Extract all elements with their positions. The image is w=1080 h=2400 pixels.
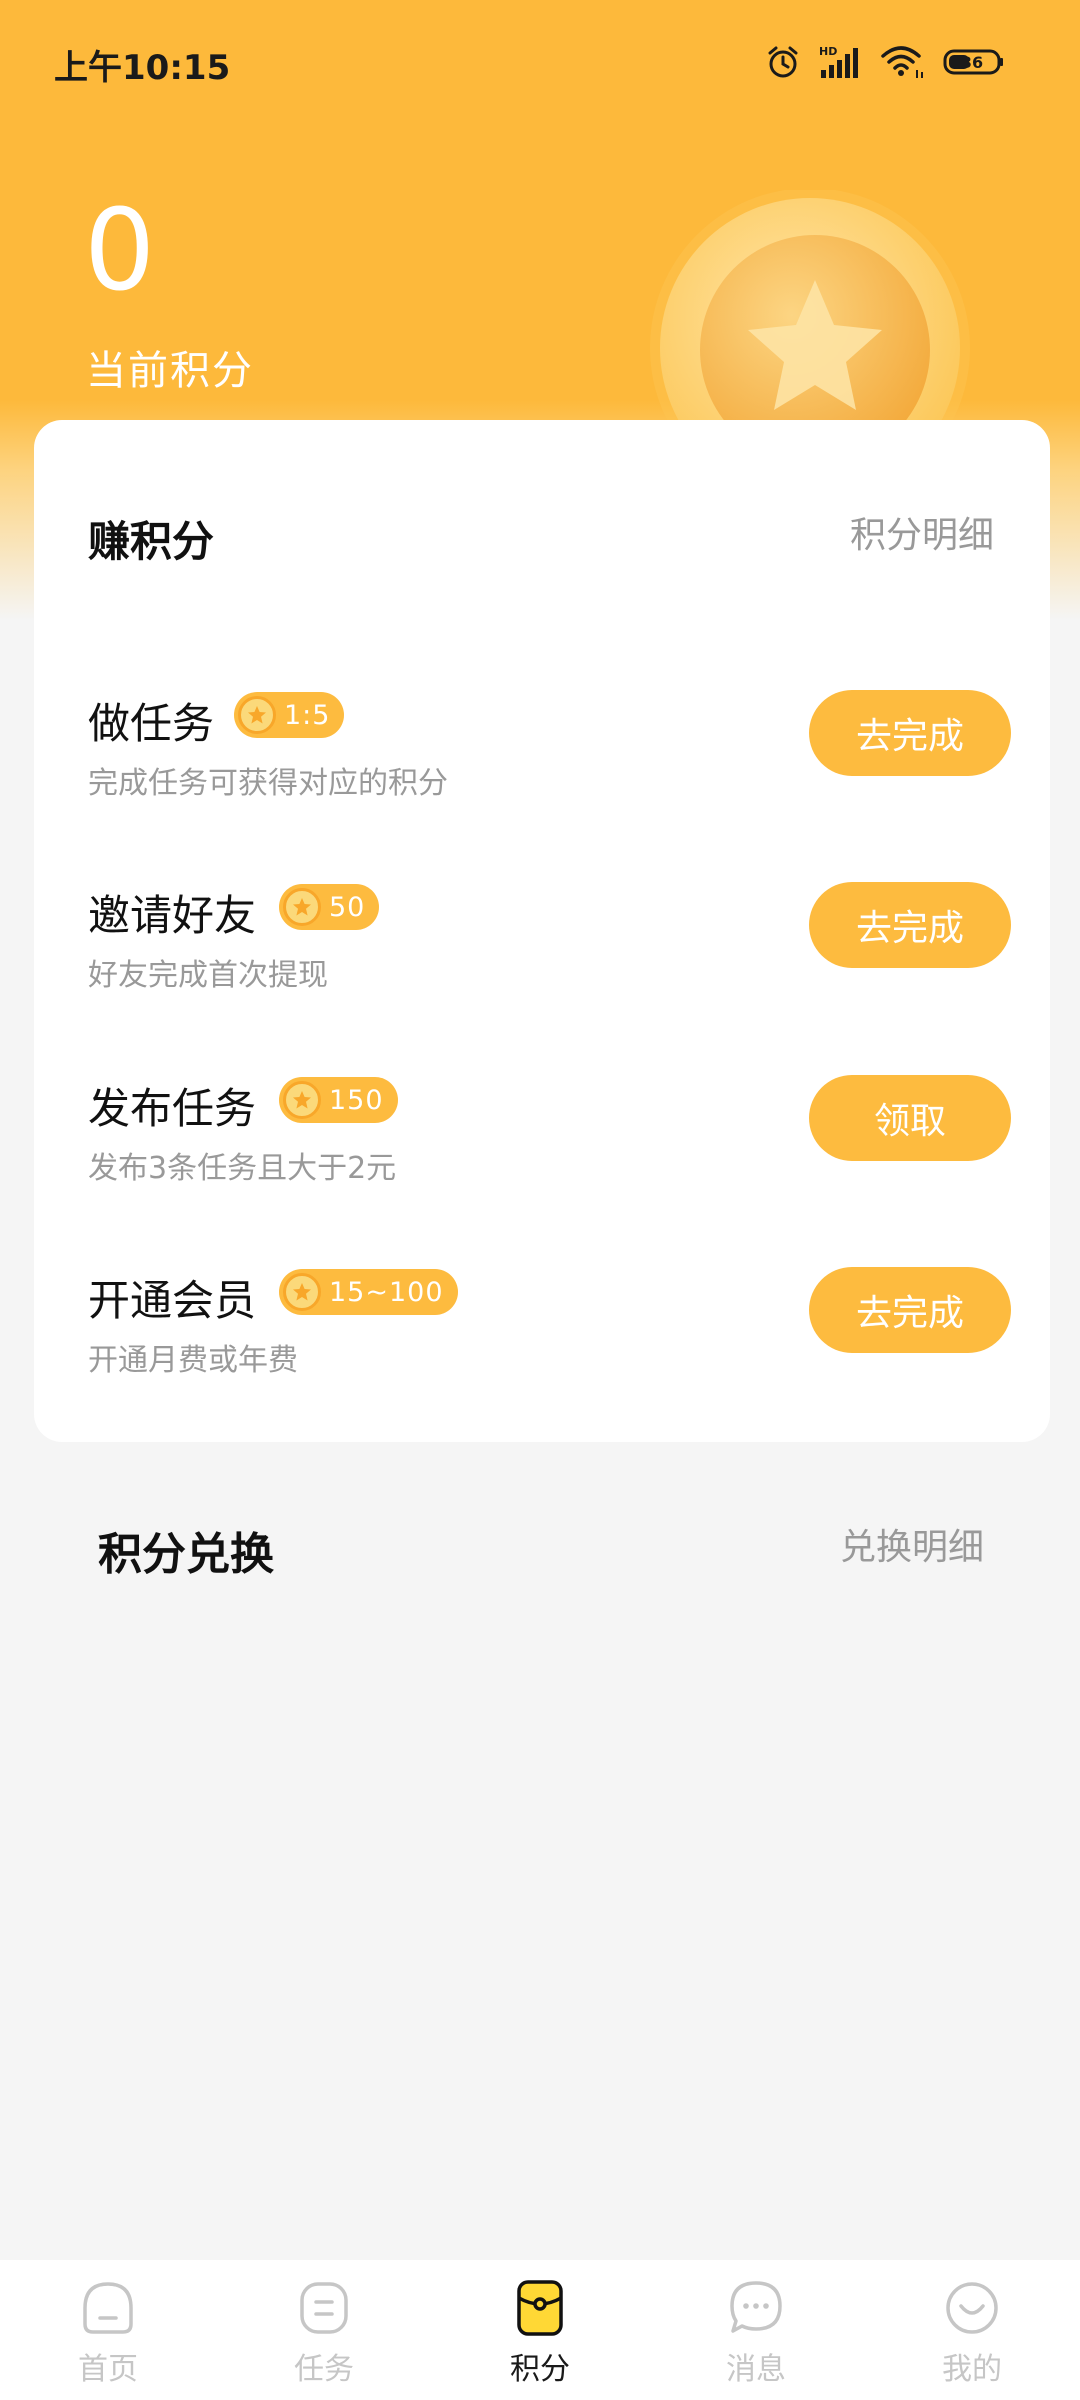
nav-item-profile[interactable]: 我的	[864, 2260, 1080, 2400]
reward-badge: 1:5	[234, 692, 345, 738]
reward-value: 150	[329, 1084, 384, 1116]
nav-item-home[interactable]: 首页	[0, 2260, 216, 2400]
reward-value: 50	[329, 891, 366, 923]
wifi-icon	[881, 46, 923, 78]
status-time: 上午10:15	[54, 48, 231, 88]
claim-button[interactable]: 领取	[809, 1075, 1011, 1161]
task-description: 发布3条任务且大于2元	[88, 1151, 397, 1186]
battery-level: 36	[961, 53, 983, 72]
status-icons: HD 36	[765, 40, 1005, 84]
star-coin-icon	[283, 1273, 321, 1311]
star-coin-icon	[283, 1081, 321, 1119]
reward-value: 15~100	[329, 1276, 444, 1308]
reward-value: 1:5	[284, 699, 331, 731]
bottom-nav: 首页 任务 积分 消息 我的	[0, 2260, 1080, 2400]
task-icon	[300, 2282, 348, 2334]
task-name: 开通会员	[88, 1276, 257, 1325]
points-exchange-title: 积分兑换	[98, 1529, 274, 1580]
invite-friend-button[interactable]: 去完成	[809, 882, 1011, 968]
do-task-button[interactable]: 去完成	[809, 690, 1011, 776]
coin-decoration-icon	[650, 190, 970, 450]
nav-label: 首页	[78, 2352, 138, 2387]
reward-badge: 15~100	[279, 1269, 458, 1315]
nav-item-points[interactable]: 积分	[432, 2260, 648, 2400]
task-name: 做任务	[88, 699, 215, 748]
current-points-value: 0	[84, 186, 156, 316]
task-row-invite-friend: 邀请好友 50 好友完成首次提现 去完成	[34, 882, 1050, 1012]
star-coin-icon	[238, 696, 276, 734]
alarm-icon	[768, 46, 798, 78]
exchange-detail-link[interactable]: 兑换明细	[840, 1518, 984, 1570]
nav-label: 我的	[942, 2352, 1002, 2387]
task-description: 好友完成首次提现	[88, 958, 328, 993]
points-wallet-icon	[517, 2280, 563, 2336]
nav-item-tasks[interactable]: 任务	[216, 2260, 432, 2400]
nav-item-messages[interactable]: 消息	[648, 2260, 864, 2400]
reward-badge: 50	[279, 884, 380, 930]
current-points-label: 当前积分	[86, 348, 254, 394]
task-name: 邀请好友	[88, 891, 257, 940]
points-detail-link[interactable]: 积分明细	[850, 506, 994, 558]
task-description: 完成任务可获得对应的积分	[88, 766, 448, 801]
status-bar: 上午10:15 HD 36	[0, 0, 1080, 130]
task-description: 开通月费或年费	[88, 1343, 298, 1378]
task-row-publish-task: 发布任务 150 发布3条任务且大于2元 领取	[34, 1075, 1050, 1205]
task-row-do-task: 做任务 1:5 完成任务可获得对应的积分 去完成	[34, 690, 1050, 820]
nav-label: 任务	[294, 2352, 354, 2387]
home-icon	[83, 2282, 133, 2334]
signal-icon: HD	[819, 45, 858, 78]
network-label: HD	[819, 45, 837, 58]
task-row-open-membership: 开通会员 15~100 开通月费或年费 去完成	[34, 1267, 1050, 1397]
open-membership-button[interactable]: 去完成	[809, 1267, 1011, 1353]
nav-label: 消息	[726, 2352, 786, 2387]
nav-label: 积分	[510, 2352, 570, 2387]
task-name: 发布任务	[88, 1084, 257, 1133]
profile-icon	[946, 2282, 998, 2334]
reward-badge: 150	[279, 1077, 398, 1123]
earn-points-card: 赚积分 积分明细 做任务 1:5 完成任务可获得对应的积分 去完成 邀请好友 5…	[34, 420, 1050, 1442]
battery-icon: 36	[943, 49, 1003, 75]
star-coin-icon	[283, 888, 321, 926]
earn-points-title: 赚积分	[88, 517, 215, 566]
message-icon	[730, 2281, 782, 2333]
